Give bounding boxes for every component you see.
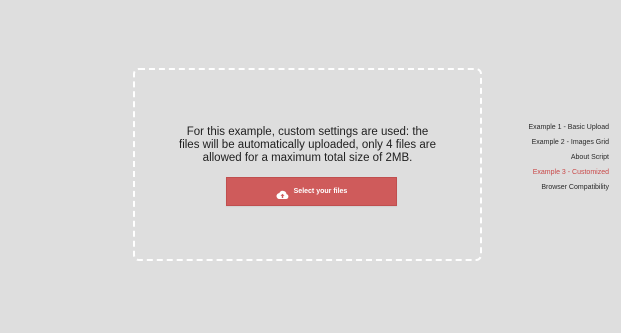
examples-nav: Example 1 - Basic Upload Example 2 - Ima… (489, 123, 609, 198)
nav-item-example-2[interactable]: Example 2 - Images Grid (489, 138, 609, 153)
nav-item-browser-compatibility[interactable]: Browser Compatibility (489, 183, 609, 198)
select-files-button[interactable]: Select your files (226, 177, 397, 206)
select-files-label: Select your files (293, 188, 348, 195)
upload-dropzone[interactable]: For this example, custom settings are us… (133, 68, 482, 261)
upload-instructions: For this example, custom settings are us… (179, 126, 436, 164)
nav-item-example-3[interactable]: Example 3 - Customized (489, 168, 609, 183)
nav-item-example-1[interactable]: Example 1 - Basic Upload (489, 123, 609, 138)
cloud-upload-icon (276, 187, 289, 199)
nav-item-about-script[interactable]: About Script (489, 153, 609, 168)
